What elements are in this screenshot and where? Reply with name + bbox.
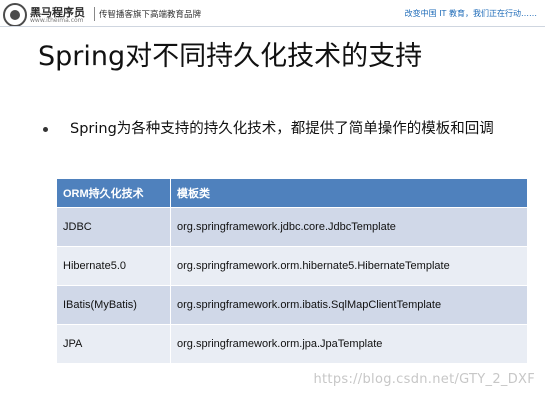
header-divider bbox=[94, 7, 95, 21]
heima-logo-icon bbox=[3, 3, 27, 27]
orm-template-table: ORM持久化技术 模板类 JDBC org.springframework.jd… bbox=[57, 179, 527, 363]
orm-cell: IBatis(MyBatis) bbox=[57, 285, 171, 325]
bullet-icon bbox=[43, 127, 48, 132]
table-header-row: ORM持久化技术 模板类 bbox=[57, 179, 527, 208]
slide-title: Spring对不同持久化技术的支持 bbox=[38, 41, 423, 72]
table-row: IBatis(MyBatis) org.springframework.orm.… bbox=[57, 285, 527, 325]
orm-cell: JDBC bbox=[57, 207, 171, 247]
template-cell: org.springframework.orm.hibernate5.Hiber… bbox=[170, 246, 527, 286]
header-cell-template: 模板类 bbox=[170, 179, 527, 208]
brand-tagline: 传智播客旗下高端教育品牌 bbox=[99, 10, 202, 20]
template-cell: org.springframework.orm.jpa.JpaTemplate bbox=[170, 324, 527, 363]
watermark-url: https://blog.csdn.net/GTY_2_DXF bbox=[313, 372, 535, 387]
template-cell: org.springframework.orm.ibatis.SqlMapCli… bbox=[170, 285, 527, 325]
header-slogan: 改变中国 IT 教育，我们正在行动…… bbox=[404, 9, 537, 18]
template-cell: org.springframework.jdbc.core.JdbcTempla… bbox=[170, 207, 527, 247]
orm-cell: Hibernate5.0 bbox=[57, 246, 171, 286]
slide-header: 黑马程序员 www.itheima.com 传智播客旗下高端教育品牌 改变中国 … bbox=[0, 0, 545, 28]
table-row: JPA org.springframework.orm.jpa.JpaTempl… bbox=[57, 324, 527, 363]
table-row: Hibernate5.0 org.springframework.orm.hib… bbox=[57, 246, 527, 286]
bullet-text: Spring为各种支持的持久化技术，都提供了简单操作的模板和回调 bbox=[70, 121, 494, 137]
table-row: JDBC org.springframework.jdbc.core.JdbcT… bbox=[57, 207, 527, 247]
brand-url: www.itheima.com bbox=[30, 17, 84, 24]
header-cell-orm: ORM持久化技术 bbox=[57, 179, 171, 208]
header-rule bbox=[0, 26, 545, 27]
orm-cell: JPA bbox=[57, 324, 171, 363]
